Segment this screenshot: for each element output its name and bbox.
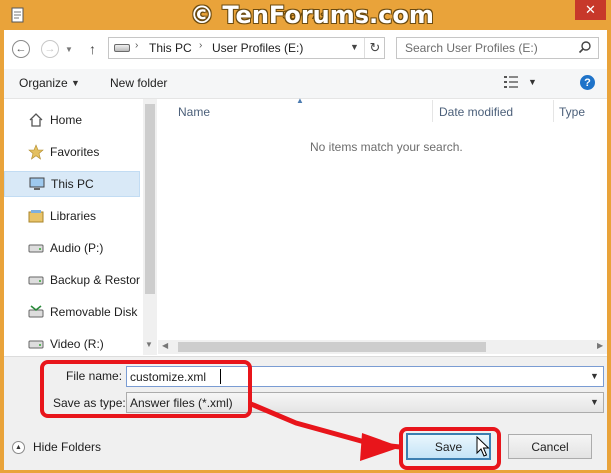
save-as-type-chevron-icon[interactable]: ▼ <box>590 397 599 407</box>
breadcrumb-user-profiles[interactable]: User Profiles (E:) <box>212 41 303 55</box>
breadcrumb-this-pc[interactable]: This PC <box>149 41 192 55</box>
column-divider[interactable] <box>553 100 554 122</box>
breadcrumb-separator: › <box>199 40 203 51</box>
file-list <box>158 99 607 355</box>
nav-pane-scroll-thumb[interactable] <box>145 104 155 294</box>
watermark: © TenForums.com <box>190 1 434 29</box>
collapse-up-icon: ▲ <box>12 440 25 454</box>
address-dropdown-chevron-icon[interactable]: ▼ <box>350 42 359 52</box>
home-icon <box>29 113 43 127</box>
column-header-type[interactable]: Type <box>559 105 585 119</box>
nav-item-label: Audio (P:) <box>50 241 104 255</box>
drive-icon <box>28 340 44 349</box>
empty-list-message: No items match your search. <box>310 140 463 154</box>
nav-item-label: Libraries <box>50 209 97 223</box>
nav-item-label: This PC <box>51 177 94 191</box>
nav-item-favorites[interactable]: Favorites <box>4 139 140 165</box>
libraries-icon <box>28 210 44 223</box>
back-button[interactable]: ← <box>12 40 30 58</box>
close-button[interactable]: ✕ <box>575 0 606 20</box>
new-folder-button[interactable]: New folder <box>110 76 167 90</box>
drive-icon <box>28 276 44 285</box>
help-icon[interactable]: ? <box>580 75 595 90</box>
star-icon <box>28 144 44 160</box>
scroll-right-arrow-icon[interactable]: ▶ <box>597 341 603 350</box>
horizontal-scroll-thumb[interactable] <box>178 342 486 352</box>
scroll-down-arrow-icon[interactable]: ▼ <box>145 340 153 349</box>
view-options-icon[interactable] <box>504 76 518 88</box>
organize-button[interactable]: Organize <box>19 76 68 90</box>
nav-item-label: Backup & Restore <box>50 273 140 287</box>
up-button[interactable]: ↑ <box>89 41 96 57</box>
nav-item-label: Home <box>50 113 83 127</box>
column-header-date-modified[interactable]: Date modified <box>439 105 513 119</box>
column-divider[interactable] <box>432 100 433 122</box>
nav-item-audio[interactable]: Audio (P:) <box>4 235 140 261</box>
sort-ascending-icon: ▲ <box>296 96 304 105</box>
save-as-dialog: Save As © TenForums.com ✕ ← → ▼ ↑ › This… <box>0 0 611 473</box>
recent-locations-chevron-icon[interactable]: ▼ <box>65 45 73 54</box>
view-chevron-icon[interactable]: ▼ <box>528 77 537 87</box>
computer-icon <box>29 177 45 190</box>
nav-item-this-pc[interactable]: This PC <box>4 171 140 197</box>
scroll-left-arrow-icon[interactable]: ◀ <box>162 341 168 350</box>
organize-chevron-icon[interactable]: ▼ <box>71 78 80 88</box>
nav-item-backup-restore[interactable]: Backup & Restore <box>4 267 140 293</box>
nav-item-video[interactable]: Video (R:) <box>4 331 140 357</box>
hide-folders-button[interactable]: ▲ Hide Folders <box>12 440 101 454</box>
search-placeholder: Search User Profiles (E:) <box>405 41 538 55</box>
breadcrumb-separator: › <box>135 40 139 51</box>
drive-icon <box>28 244 44 253</box>
column-header-name[interactable]: Name <box>178 105 210 119</box>
refresh-button[interactable]: ↻ <box>364 38 385 58</box>
search-icon[interactable] <box>578 40 592 54</box>
nav-item-home[interactable]: Home <box>4 107 140 133</box>
nav-item-label: Favorites <box>50 145 100 159</box>
removable-disk-icon <box>28 305 44 318</box>
document-icon <box>11 7 24 23</box>
forward-button[interactable]: → <box>41 40 59 58</box>
nav-item-libraries[interactable]: Libraries <box>4 203 140 229</box>
nav-item-removable-disk[interactable]: Removable Disk ( <box>4 299 140 325</box>
cancel-button[interactable]: Cancel <box>508 434 592 459</box>
drive-icon <box>114 44 130 52</box>
annotation-highlight-fields <box>40 360 252 418</box>
file-name-chevron-icon[interactable]: ▼ <box>590 371 599 381</box>
mouse-cursor-icon <box>476 436 490 457</box>
nav-item-label: Removable Disk ( <box>50 305 140 319</box>
nav-item-label: Video (R:) <box>50 337 104 351</box>
hide-folders-label: Hide Folders <box>33 440 102 454</box>
